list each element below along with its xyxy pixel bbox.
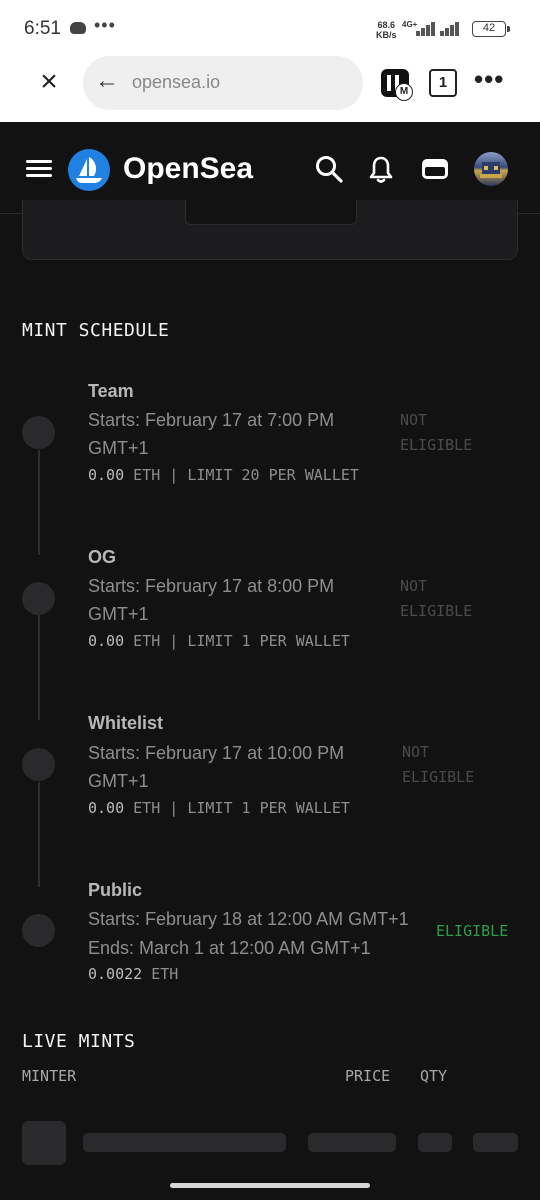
- card-inner-tab: [185, 200, 357, 225]
- network-speed: 68.6 KB/s: [376, 20, 397, 40]
- menu-icon[interactable]: [26, 160, 52, 178]
- wallet-icon[interactable]: [420, 154, 450, 184]
- signal-icon-sim2: [438, 22, 466, 36]
- phase-dot: [22, 914, 55, 947]
- phase-price: 0.00 ETH | LIMIT 20 PER WALLET: [88, 466, 359, 484]
- phase-price-amount: 0.00: [88, 466, 125, 484]
- mint-schedule-title: MINT SCHEDULE: [22, 320, 170, 341]
- phase-price-detail: ETH | LIMIT 1 PER WALLET: [133, 799, 350, 817]
- phase-name: Whitelist: [88, 713, 163, 733]
- phase-price-amount: 0.00: [88, 799, 125, 817]
- phase-status-line2: ELIGIBLE: [400, 436, 473, 454]
- back-arrow-icon[interactable]: ←: [95, 67, 119, 95]
- phase-status: NOT ELIGIBLE: [402, 740, 474, 790]
- address-bar[interactable]: ← opensea.io: [83, 56, 363, 110]
- timeline-connector: [38, 450, 40, 555]
- skeleton-time: [473, 1133, 518, 1152]
- phase-name: OG: [88, 547, 117, 567]
- column-header-minter: MINTER: [22, 1067, 77, 1085]
- phase-start-time: Starts: February 17 at 10:00 PM: [88, 743, 345, 763]
- skeleton-price: [308, 1133, 396, 1152]
- phase-dot: [22, 748, 55, 781]
- phase-status-line2: ELIGIBLE: [400, 602, 473, 620]
- more-options-icon[interactable]: •••: [474, 64, 504, 95]
- phase-start-time: Starts: February 17 at 8:00 PM: [88, 576, 335, 596]
- phase-name: Public: [88, 880, 143, 900]
- phase-price-amount: 0.0022: [88, 965, 143, 983]
- phase-start-timezone: GMT+1: [88, 771, 149, 791]
- search-icon[interactable]: [314, 154, 344, 184]
- skeleton-qty: [418, 1133, 452, 1152]
- more-notifications-icon: •••: [94, 15, 116, 35]
- phase-start-time: Starts: February 17 at 7:00 PM: [88, 410, 335, 430]
- brand-name[interactable]: OpenSea: [123, 152, 253, 186]
- network-speed-unit: KB/s: [376, 30, 397, 40]
- phase-status-line1: NOT: [402, 743, 430, 761]
- browser-toolbar: × ← opensea.io M 1 •••: [0, 56, 540, 122]
- phase-start-timezone: GMT+1: [88, 438, 149, 458]
- home-indicator[interactable]: [170, 1183, 370, 1188]
- battery-icon: 42: [472, 21, 510, 37]
- close-icon[interactable]: ×: [36, 67, 62, 97]
- phase-dot: [22, 582, 55, 615]
- extension-badge: M: [395, 83, 413, 101]
- phase-status-line2: ELIGIBLE: [402, 768, 475, 786]
- phase-status: NOT ELIGIBLE: [400, 408, 472, 458]
- phase-status-line1: NOT: [400, 577, 428, 595]
- phase-price-amount: 0.00: [88, 632, 125, 650]
- status-bar: 6:51 ••• 68.6 KB/s 4G+ 42: [0, 0, 540, 56]
- phase-price-detail: ETH | LIMIT 1 PER WALLET: [133, 632, 350, 650]
- opensea-logo-icon[interactable]: [68, 149, 110, 191]
- skeleton-avatar: [22, 1121, 66, 1165]
- phase-price-detail: ETH | LIMIT 20 PER WALLET: [133, 466, 359, 484]
- column-header-qty: QTY: [420, 1067, 448, 1085]
- url-text[interactable]: opensea.io: [132, 72, 220, 93]
- phase-start-time: Starts: February 18 at 12:00 AM GMT+1: [88, 909, 409, 929]
- status-time: 6:51: [24, 18, 61, 39]
- phase-status: NOT ELIGIBLE: [400, 574, 472, 624]
- phase-price: 0.00 ETH | LIMIT 1 PER WALLET: [88, 632, 350, 650]
- phase-start-timezone: GMT+1: [88, 604, 149, 624]
- collection-card-bottom: [22, 200, 518, 260]
- phase-status-line1: NOT: [400, 411, 428, 429]
- avatar[interactable]: [474, 152, 508, 186]
- network-speed-value: 68.6: [377, 20, 396, 30]
- live-mints-title: LIVE MINTS: [22, 1031, 136, 1052]
- signal-icon: [410, 22, 438, 36]
- skeleton-minter: [83, 1133, 286, 1152]
- phase-name: Team: [88, 381, 134, 401]
- tab-switcher-button[interactable]: 1: [429, 69, 457, 97]
- phase-dot: [22, 416, 55, 449]
- notifications-bell-icon[interactable]: [366, 154, 396, 184]
- timeline-connector: [38, 782, 40, 887]
- phase-price-detail: ETH: [151, 965, 179, 983]
- column-header-price: PRICE: [345, 1067, 391, 1085]
- timeline-connector: [38, 615, 40, 720]
- phase-status-eligible: ELIGIBLE: [436, 922, 509, 940]
- phase-price: 0.0022 ETH: [88, 965, 178, 983]
- phase-price: 0.00 ETH | LIMIT 1 PER WALLET: [88, 799, 350, 817]
- discord-notification-icon: [70, 22, 86, 34]
- phase-end-time: Ends: March 1 at 12:00 AM GMT+1: [88, 938, 371, 958]
